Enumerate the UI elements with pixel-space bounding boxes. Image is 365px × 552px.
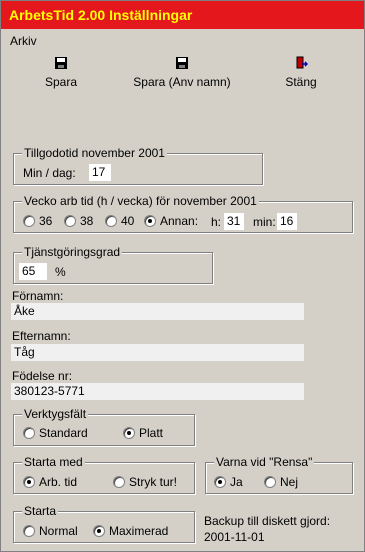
radio-indicator-selected: [123, 427, 135, 439]
save-button-label: Spara: [44, 75, 78, 89]
starta-legend: Starta: [22, 504, 59, 518]
vecko-legend: Vecko arb tid (h / vecka) för november 2…: [22, 194, 259, 208]
backup-label: Backup till diskett gjord:: [204, 514, 331, 528]
radio-indicator-selected: [23, 476, 35, 488]
vecko-option-38[interactable]: 38: [64, 214, 93, 228]
vecko-option-label: 38: [80, 214, 94, 228]
starta-option-label: Normal: [39, 524, 78, 538]
menu-bar: Arkiv: [10, 34, 37, 50]
fodelse-label: Födelse nr:: [12, 369, 73, 383]
radio-indicator: [23, 215, 35, 227]
starta-med-option-label: Stryk tur!: [129, 475, 178, 489]
starta-med-legend: Starta med: [22, 455, 85, 469]
exit-door-icon: [296, 56, 308, 69]
save-button[interactable]: Spara: [41, 55, 81, 95]
settings-window: ArbetsTid 2.00 Inställningar Arkiv Spara…: [0, 0, 365, 552]
vecko-option-label: 40: [121, 214, 135, 228]
starta-med-option-arbtid[interactable]: Arb. tid: [23, 475, 77, 489]
minutes-label: min:: [253, 215, 276, 229]
starta-option-label: Maximerad: [109, 524, 169, 538]
tjanst-unit: %: [55, 265, 66, 279]
radio-indicator-selected: [93, 525, 105, 537]
close-button[interactable]: Stäng: [279, 55, 323, 95]
save-as-button[interactable]: Spara (Anv namn): [123, 55, 241, 95]
radio-indicator: [23, 427, 35, 439]
vecko-option-label: Annan:: [160, 214, 199, 228]
efternamn-input[interactable]: Tåg: [11, 344, 304, 361]
fornamn-input[interactable]: Åke: [11, 303, 304, 320]
hours-label: h:: [211, 215, 222, 229]
verktyg-option-label: Platt: [139, 426, 164, 440]
menu-arkiv[interactable]: Arkiv: [10, 34, 37, 48]
radio-indicator: [23, 525, 35, 537]
min-per-day-label: Min / dag:: [23, 166, 76, 180]
fodelse-input[interactable]: 380123-5771: [11, 383, 304, 400]
tjanst-input[interactable]: 65: [19, 263, 47, 280]
radio-indicator-selected: [144, 215, 156, 227]
starta-med-option-stryktur[interactable]: Stryk tur!: [113, 475, 177, 489]
varna-option-label: Ja: [230, 475, 243, 489]
verktyg-option-label: Standard: [39, 426, 88, 440]
floppy-disk-icon: [176, 57, 188, 69]
radio-indicator: [105, 215, 117, 227]
backup-date: 2001-11-01: [204, 530, 265, 544]
close-button-label: Stäng: [285, 75, 317, 89]
tillgodotid-legend: Tillgodotid november 2001: [22, 146, 167, 160]
vecko-option-annan[interactable]: Annan:: [144, 214, 198, 228]
starta-option-normal[interactable]: Normal: [23, 524, 78, 538]
floppy-disk-icon: [55, 57, 67, 69]
varna-option-ja[interactable]: Ja: [214, 475, 243, 489]
fornamn-label: Förnamn:: [12, 289, 64, 303]
save-as-button-label: Spara (Anv namn): [133, 75, 231, 89]
window-title: ArbetsTid 2.00 Inställningar: [9, 7, 193, 23]
title-bar: ArbetsTid 2.00 Inställningar: [1, 1, 364, 29]
starta-option-maximerad[interactable]: Maximerad: [93, 524, 168, 538]
minutes-input[interactable]: 16: [277, 213, 297, 230]
min-per-day-input[interactable]: 17: [89, 164, 111, 181]
varna-option-label: Nej: [280, 475, 299, 489]
verktyg-legend: Verktygsfält: [22, 407, 89, 421]
radio-indicator: [64, 215, 76, 227]
varna-option-nej[interactable]: Nej: [264, 475, 298, 489]
vecko-option-40[interactable]: 40: [105, 214, 134, 228]
varna-legend: Varna vid "Rensa": [214, 455, 315, 469]
vecko-option-36[interactable]: 36: [23, 214, 52, 228]
radio-indicator-selected: [214, 476, 226, 488]
hours-input[interactable]: 31: [224, 213, 244, 230]
tjanst-legend: Tjänstgöringsgrad: [22, 245, 123, 259]
verktyg-option-platt[interactable]: Platt: [123, 426, 163, 440]
starta-med-option-label: Arb. tid: [39, 475, 78, 489]
vecko-option-label: 36: [39, 214, 53, 228]
radio-indicator: [113, 476, 125, 488]
verktyg-option-standard[interactable]: Standard: [23, 426, 88, 440]
efternamn-label: Efternamn:: [12, 329, 71, 343]
radio-indicator: [264, 476, 276, 488]
